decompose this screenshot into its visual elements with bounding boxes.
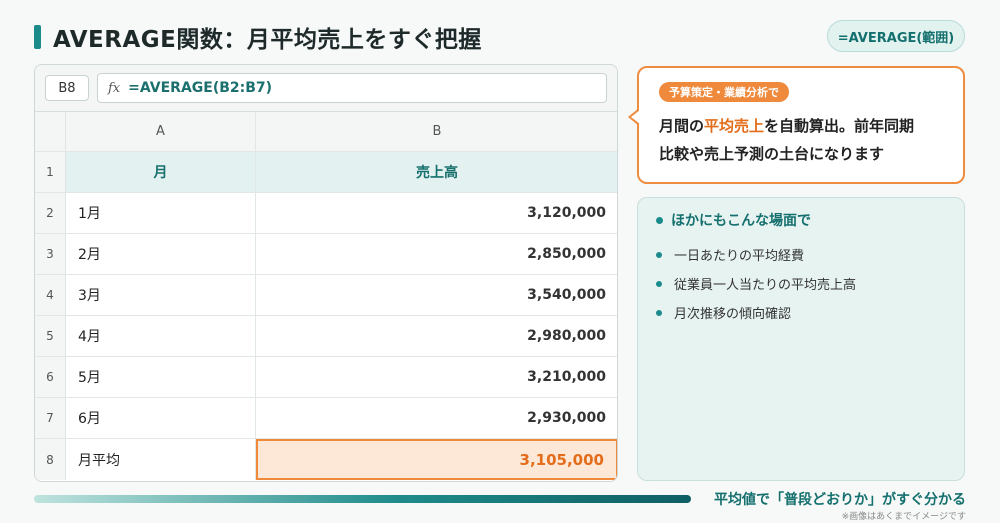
formula-bar: B8 fx =AVERAGE(B2:B7) <box>35 65 617 112</box>
cell-b1[interactable]: 売上高 <box>256 152 617 192</box>
cell-b6[interactable]: 3,210,000 <box>256 357 617 397</box>
bullet-icon <box>656 251 662 258</box>
other-use-cases-panel: ほかにもこんな場面で 一日あたりの平均経費 従業員一人当たりの平均売上高 月次推… <box>637 197 965 481</box>
column-header-a[interactable]: A <box>66 112 256 151</box>
table-row: 8 月平均 3,105,000 <box>35 439 617 480</box>
spreadsheet: B8 fx =AVERAGE(B2:B7) A B 1 月 売上高 2 1月 3… <box>34 64 618 482</box>
formula-syntax-pill: =AVERAGE(範囲) <box>827 20 965 52</box>
row-number[interactable]: 7 <box>35 398 66 438</box>
list-item-label: 一日あたりの平均経費 <box>674 249 805 264</box>
cell-b8-selected[interactable]: 3,105,000 <box>256 439 617 480</box>
callout-text-line2: 比較や売上予測の土台になります <box>659 145 885 163</box>
cell-a4[interactable]: 3月 <box>66 275 256 315</box>
table-row: 6 5月 3,210,000 <box>35 357 617 398</box>
cell-a6[interactable]: 5月 <box>66 357 256 397</box>
table-row: 1 月 売上高 <box>35 152 617 193</box>
use-case-badge: 予算策定・業績分析で <box>659 82 789 102</box>
table-row: 2 1月 3,120,000 <box>35 193 617 234</box>
row-number[interactable]: 2 <box>35 193 66 233</box>
list-item: 一日あたりの平均経費 <box>656 240 946 269</box>
formula-input[interactable]: fx =AVERAGE(B2:B7) <box>97 73 607 103</box>
cell-a2[interactable]: 1月 <box>66 193 256 233</box>
cell-grid: A B 1 月 売上高 2 1月 3,120,000 3 2月 2,850,00… <box>35 112 617 480</box>
image-disclaimer: ※画像はあくまでイメージです <box>841 512 966 522</box>
column-header-b[interactable]: B <box>256 112 617 151</box>
list-item: 従業員一人当たりの平均売上高 <box>656 269 946 298</box>
title-accent-bar <box>34 25 41 49</box>
page-header: AVERAGE関数：月平均売上をすぐ把握 <box>34 22 482 53</box>
cell-reference-box[interactable]: B8 <box>45 75 89 101</box>
callout-text-pre: 月間の <box>659 117 705 135</box>
fx-icon: fx <box>108 80 121 96</box>
cell-a3[interactable]: 2月 <box>66 234 256 274</box>
page-title: AVERAGE関数：月平均売上をすぐ把握 <box>53 27 482 53</box>
callout-highlight: 平均売上 <box>704 117 765 135</box>
cell-b4[interactable]: 3,540,000 <box>256 275 617 315</box>
cell-a5[interactable]: 4月 <box>66 316 256 356</box>
formula-text: =AVERAGE(B2:B7) <box>128 80 273 96</box>
callout-pointer-fill <box>631 110 640 124</box>
row-number[interactable]: 6 <box>35 357 66 397</box>
corner-cell[interactable] <box>35 112 66 151</box>
use-cases-title: ほかにもこんな場面で <box>671 213 811 229</box>
table-row: 3 2月 2,850,000 <box>35 234 617 275</box>
cell-b5[interactable]: 2,980,000 <box>256 316 617 356</box>
table-row: 5 4月 2,980,000 <box>35 316 617 357</box>
bullet-icon <box>656 280 662 287</box>
row-number[interactable]: 8 <box>35 439 66 480</box>
bullet-icon <box>656 309 662 316</box>
footer-tagline: 平均値で「普段どおりか」がすぐ分かる <box>714 492 966 508</box>
cell-a7[interactable]: 6月 <box>66 398 256 438</box>
cell-b7[interactable]: 2,930,000 <box>256 398 617 438</box>
cell-a1[interactable]: 月 <box>66 152 256 192</box>
callout-text-post: を自動算出。前年同期 <box>764 117 915 135</box>
table-row: 7 6月 2,930,000 <box>35 398 617 439</box>
row-number[interactable]: 3 <box>35 234 66 274</box>
row-number[interactable]: 5 <box>35 316 66 356</box>
table-row: 4 3月 3,540,000 <box>35 275 617 316</box>
row-number[interactable]: 1 <box>35 152 66 192</box>
use-cases-heading: ほかにもこんな場面で <box>656 210 946 230</box>
callout-text: 月間の平均売上を自動算出。前年同期 比較や売上予測の土台になります <box>659 112 959 168</box>
cell-b3[interactable]: 2,850,000 <box>256 234 617 274</box>
cell-a8[interactable]: 月平均 <box>66 439 256 480</box>
explanation-callout: 予算策定・業績分析で 月間の平均売上を自動算出。前年同期 比較や売上予測の土台に… <box>628 66 965 184</box>
list-item: 月次推移の傾向確認 <box>656 298 946 327</box>
column-header-row: A B <box>35 112 617 152</box>
list-item-label: 従業員一人当たりの平均売上高 <box>674 278 857 293</box>
row-number[interactable]: 4 <box>35 275 66 315</box>
decorative-gradient-bar <box>34 495 691 503</box>
bullet-icon <box>656 216 663 224</box>
cell-b2[interactable]: 3,120,000 <box>256 193 617 233</box>
list-item-label: 月次推移の傾向確認 <box>674 307 792 322</box>
